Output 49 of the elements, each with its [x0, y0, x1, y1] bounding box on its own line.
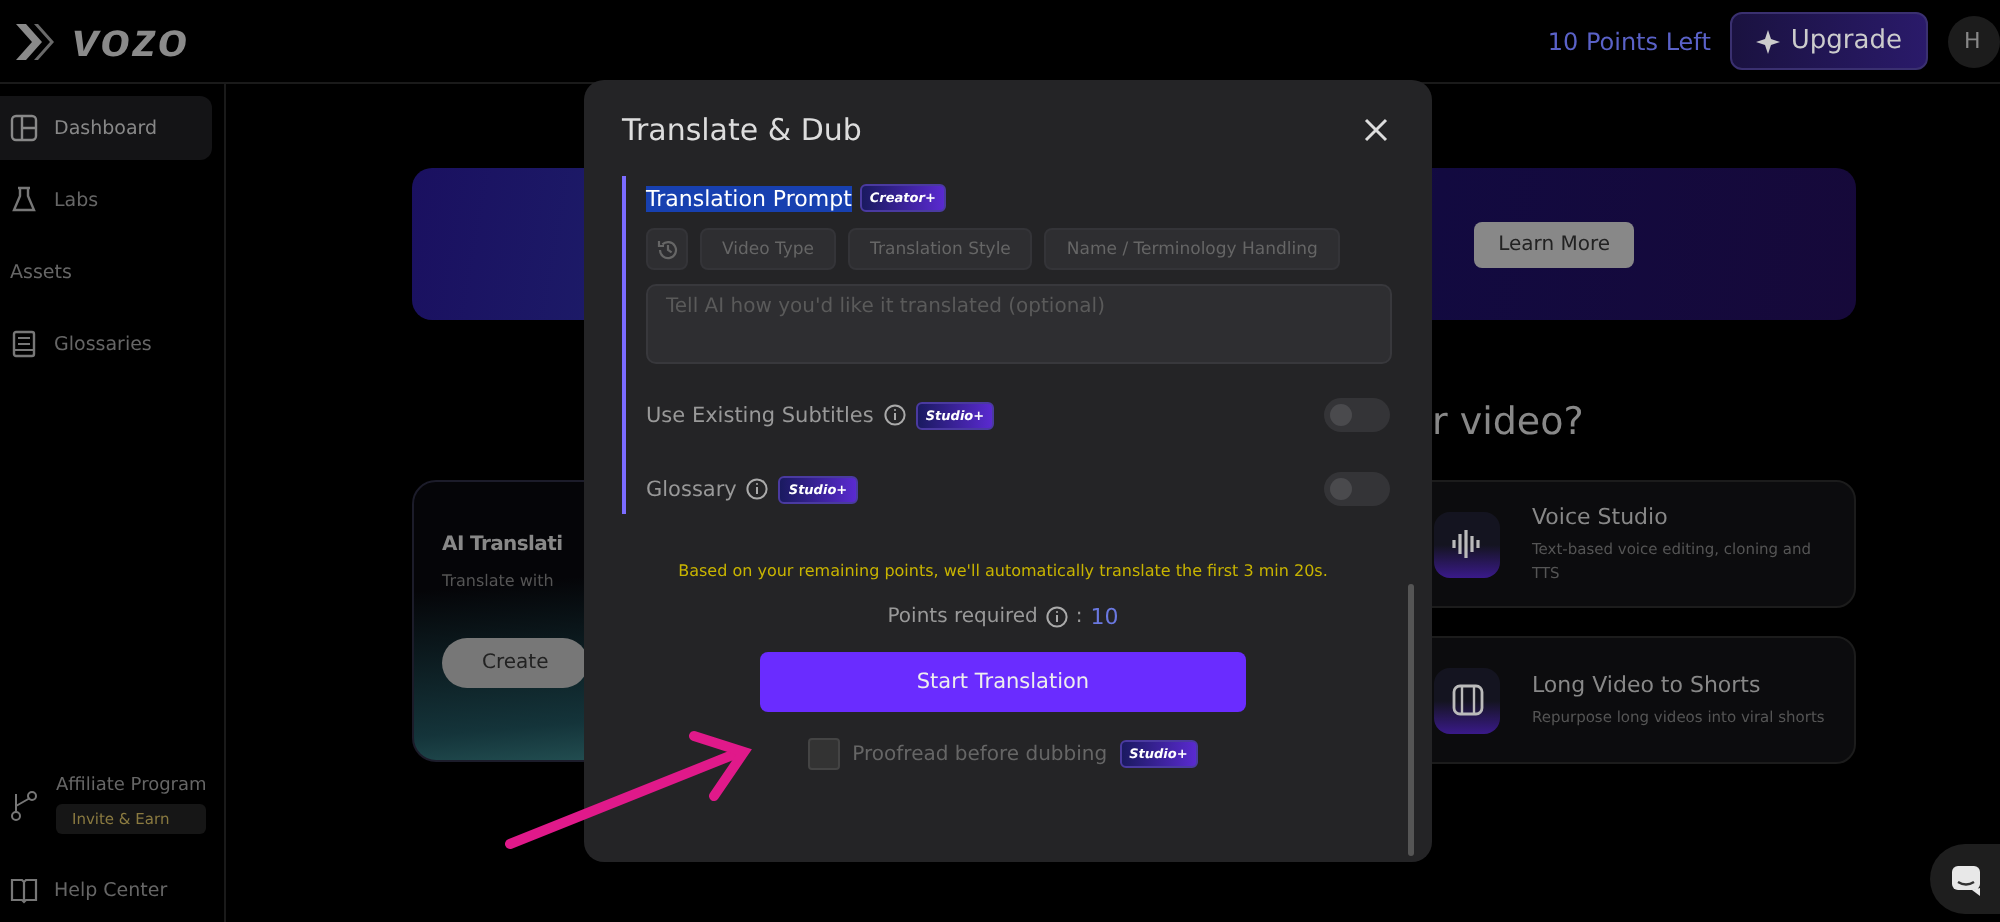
- sparkle-icon: [1756, 29, 1781, 53]
- close-icon[interactable]: [1364, 118, 1388, 142]
- user-avatar[interactable]: H: [1948, 15, 2000, 67]
- info-icon: [746, 478, 769, 500]
- toggle-switch[interactable]: [1324, 398, 1390, 432]
- sidebar-item[interactable]: Labs: [0, 168, 212, 232]
- create-button[interactable]: Create: [442, 638, 589, 688]
- toggle-switch[interactable]: [1324, 472, 1390, 506]
- affiliate-label: Affiliate Program: [56, 776, 207, 796]
- sidebar-item[interactable]: Assets: [0, 240, 212, 304]
- share-icon: [10, 789, 38, 821]
- dialog-title: Translate & Dub: [622, 112, 862, 148]
- prompt-chip[interactable]: Name / Terminology Handling: [1044, 228, 1340, 270]
- layout-icon: [10, 114, 38, 142]
- tool-title: Long Video to Shorts: [1532, 671, 1763, 698]
- prompt-chip[interactable]: Translation Style: [848, 228, 1033, 270]
- book-icon: [10, 330, 38, 358]
- history-button[interactable]: [646, 228, 688, 270]
- flask-icon: [10, 186, 38, 214]
- prompt-label: Translation Prompt: [646, 185, 852, 211]
- section-heading: r video?: [1432, 400, 1584, 444]
- chat-icon: [1949, 863, 1981, 895]
- logo-text: vozo: [72, 13, 190, 69]
- info-icon: [883, 404, 906, 426]
- learn-more-button[interactable]: Learn More: [1474, 221, 1634, 267]
- prompt-chip[interactable]: Video Type: [700, 228, 837, 270]
- upgrade-button[interactable]: Upgrade: [1730, 12, 1928, 70]
- chat-button[interactable]: [1930, 844, 2000, 914]
- history-icon: [655, 237, 679, 261]
- help-link[interactable]: Help Center: [0, 858, 212, 922]
- points-value: 10: [1090, 604, 1119, 630]
- points-left: 10 Points Left: [1547, 27, 1711, 55]
- start-translation-button[interactable]: Start Translation: [760, 652, 1246, 712]
- tool-title: Voice Studio: [1532, 504, 1670, 531]
- option-label: Glossary: [646, 477, 737, 501]
- info-icon: [1045, 606, 1068, 628]
- checkbox[interactable]: [808, 738, 841, 770]
- card-title: AI Translati: [442, 534, 563, 556]
- checkbox-label: Proofread before dubbing: [852, 743, 1108, 765]
- option-label: Use Existing Subtitles: [646, 403, 874, 427]
- notice-text: Based on your remaining points, we'll automatically translate the first 3 min 20s.: [678, 562, 1328, 580]
- card-subtitle: Translate with: [442, 572, 554, 590]
- sidebar-item[interactable]: Dashboard: [0, 96, 212, 160]
- points-label: Points required: [887, 606, 1038, 628]
- book-icon: [10, 876, 38, 904]
- colon: :: [1075, 606, 1083, 628]
- film-icon: [1447, 680, 1487, 720]
- sidebar-item[interactable]: Glossaries: [0, 312, 212, 376]
- scrollbar-thumb[interactable]: [1408, 584, 1414, 856]
